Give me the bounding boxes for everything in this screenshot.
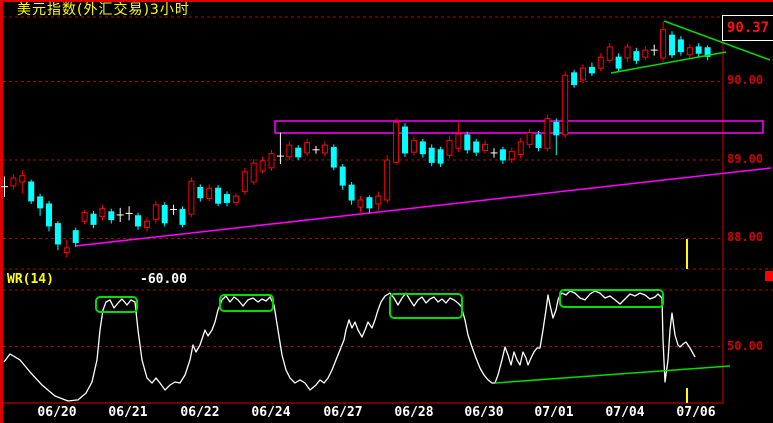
up-candle-body bbox=[188, 180, 195, 215]
up-candle-body bbox=[10, 177, 17, 187]
date-axis-label: 06/24 bbox=[251, 405, 291, 420]
up-candle-body bbox=[19, 175, 26, 183]
date-axis-label: 06/22 bbox=[180, 405, 220, 420]
up-candle-body bbox=[286, 144, 293, 158]
up-candle-body bbox=[304, 142, 311, 154]
up-candle-body bbox=[321, 144, 328, 154]
left-border bbox=[0, 0, 3, 423]
up-candle-body bbox=[455, 133, 462, 149]
up-candle-body bbox=[686, 47, 693, 56]
up-candle-body bbox=[268, 153, 275, 169]
date-axis-label: 06/21 bbox=[108, 405, 148, 420]
up-candle-body bbox=[357, 199, 364, 208]
down-candle-body bbox=[499, 149, 506, 161]
down-candle-body bbox=[615, 56, 622, 69]
date-axis-label: 07/01 bbox=[534, 405, 574, 420]
indicator-label: WR(14) bbox=[7, 272, 54, 287]
up-candle-body bbox=[241, 171, 248, 192]
up-candle-body bbox=[410, 139, 417, 153]
up-candle-body bbox=[562, 74, 569, 136]
last-price-badge: 90.37 bbox=[722, 15, 773, 41]
up-candle-body bbox=[152, 204, 159, 221]
date-axis-label: 07/04 bbox=[605, 405, 645, 420]
date-axis-label: 06/20 bbox=[37, 405, 77, 420]
up-candle-body bbox=[580, 67, 586, 81]
down-candle-body bbox=[348, 184, 355, 201]
down-candle-body bbox=[571, 72, 578, 86]
wr-axis-label: 50.00 bbox=[727, 339, 764, 353]
down-candle-body bbox=[54, 223, 61, 245]
wr-peak-highlight-box[interactable] bbox=[559, 289, 664, 308]
up-candle-body bbox=[393, 121, 400, 163]
down-candle-body bbox=[339, 166, 346, 186]
date-axis-label: 06/28 bbox=[394, 405, 434, 420]
resistance-box[interactable] bbox=[274, 120, 764, 134]
red-corner-marker bbox=[765, 271, 773, 281]
down-candle-body bbox=[428, 147, 435, 163]
up-candle-body bbox=[660, 29, 667, 59]
down-candle-body bbox=[633, 51, 640, 61]
up-candle-body bbox=[99, 208, 106, 218]
up-candle-body bbox=[206, 187, 213, 199]
price-axis-label-90: 90.00 bbox=[727, 73, 764, 87]
down-candle-body bbox=[535, 134, 542, 148]
down-candle-body bbox=[224, 194, 230, 203]
date-axis-label: 07/06 bbox=[676, 405, 716, 420]
trading-chart-window: 美元指数(外汇交易)3小时 90.00 89.00 88.00 90.37 WR… bbox=[0, 0, 773, 423]
down-candle-body bbox=[161, 205, 168, 224]
down-candle-body bbox=[108, 211, 115, 221]
up-candle-body bbox=[606, 46, 613, 61]
up-candle-body bbox=[544, 117, 551, 149]
up-candle-body bbox=[526, 132, 533, 145]
down-candle-body bbox=[330, 146, 337, 168]
down-candle-body bbox=[695, 46, 702, 54]
up-candle-body bbox=[232, 195, 239, 203]
down-candle-body bbox=[197, 186, 204, 199]
up-candle-body bbox=[375, 195, 382, 205]
indicator-current-value: -60.00 bbox=[140, 272, 187, 287]
down-candle-body bbox=[588, 66, 595, 74]
down-candle-body bbox=[437, 149, 444, 164]
price-axis-label-89: 89.00 bbox=[727, 152, 764, 166]
down-candle-body bbox=[402, 126, 408, 154]
down-candle-body bbox=[179, 208, 186, 225]
up-candle-body bbox=[642, 49, 649, 58]
up-candle-body bbox=[259, 160, 266, 172]
wr-peak-highlight-box[interactable] bbox=[389, 293, 463, 319]
date-axis-label: 06/30 bbox=[464, 405, 504, 420]
up-candle-body bbox=[250, 162, 257, 183]
up-candle-body bbox=[384, 159, 391, 201]
up-candle-body bbox=[143, 220, 150, 229]
support-trendline[interactable] bbox=[74, 167, 772, 247]
up-candle-body bbox=[508, 150, 515, 160]
down-candle-body bbox=[37, 196, 44, 209]
up-candle-body bbox=[517, 141, 524, 156]
down-candle-body bbox=[135, 215, 141, 227]
wr-peak-highlight-box[interactable] bbox=[219, 294, 274, 312]
up-candle-body bbox=[446, 139, 453, 156]
chart-title: 美元指数(外汇交易)3小时 bbox=[17, 2, 190, 18]
down-candle-body bbox=[90, 213, 97, 225]
up-candle-body bbox=[624, 46, 631, 59]
date-axis-label: 06/27 bbox=[323, 405, 363, 420]
chart-canvas[interactable] bbox=[0, 0, 773, 423]
down-candle-body bbox=[215, 187, 222, 204]
wr-trendline[interactable] bbox=[494, 365, 731, 384]
down-candle-body bbox=[669, 34, 675, 56]
down-candle-body bbox=[72, 230, 79, 243]
price-axis-label-88: 88.00 bbox=[727, 230, 764, 244]
down-candle-body bbox=[473, 141, 480, 153]
down-candle-body bbox=[677, 39, 684, 53]
up-candle-body bbox=[81, 212, 88, 222]
down-candle-body bbox=[28, 181, 35, 202]
down-candle-body bbox=[46, 203, 52, 227]
up-candle-body bbox=[597, 56, 604, 69]
down-candle-body bbox=[553, 121, 560, 136]
up-candle-body bbox=[482, 143, 489, 152]
down-candle-body bbox=[464, 134, 471, 151]
up-candle-body bbox=[63, 247, 70, 254]
down-candle-body bbox=[366, 197, 373, 209]
down-candle-body bbox=[419, 141, 426, 155]
down-candle-body bbox=[295, 147, 302, 158]
